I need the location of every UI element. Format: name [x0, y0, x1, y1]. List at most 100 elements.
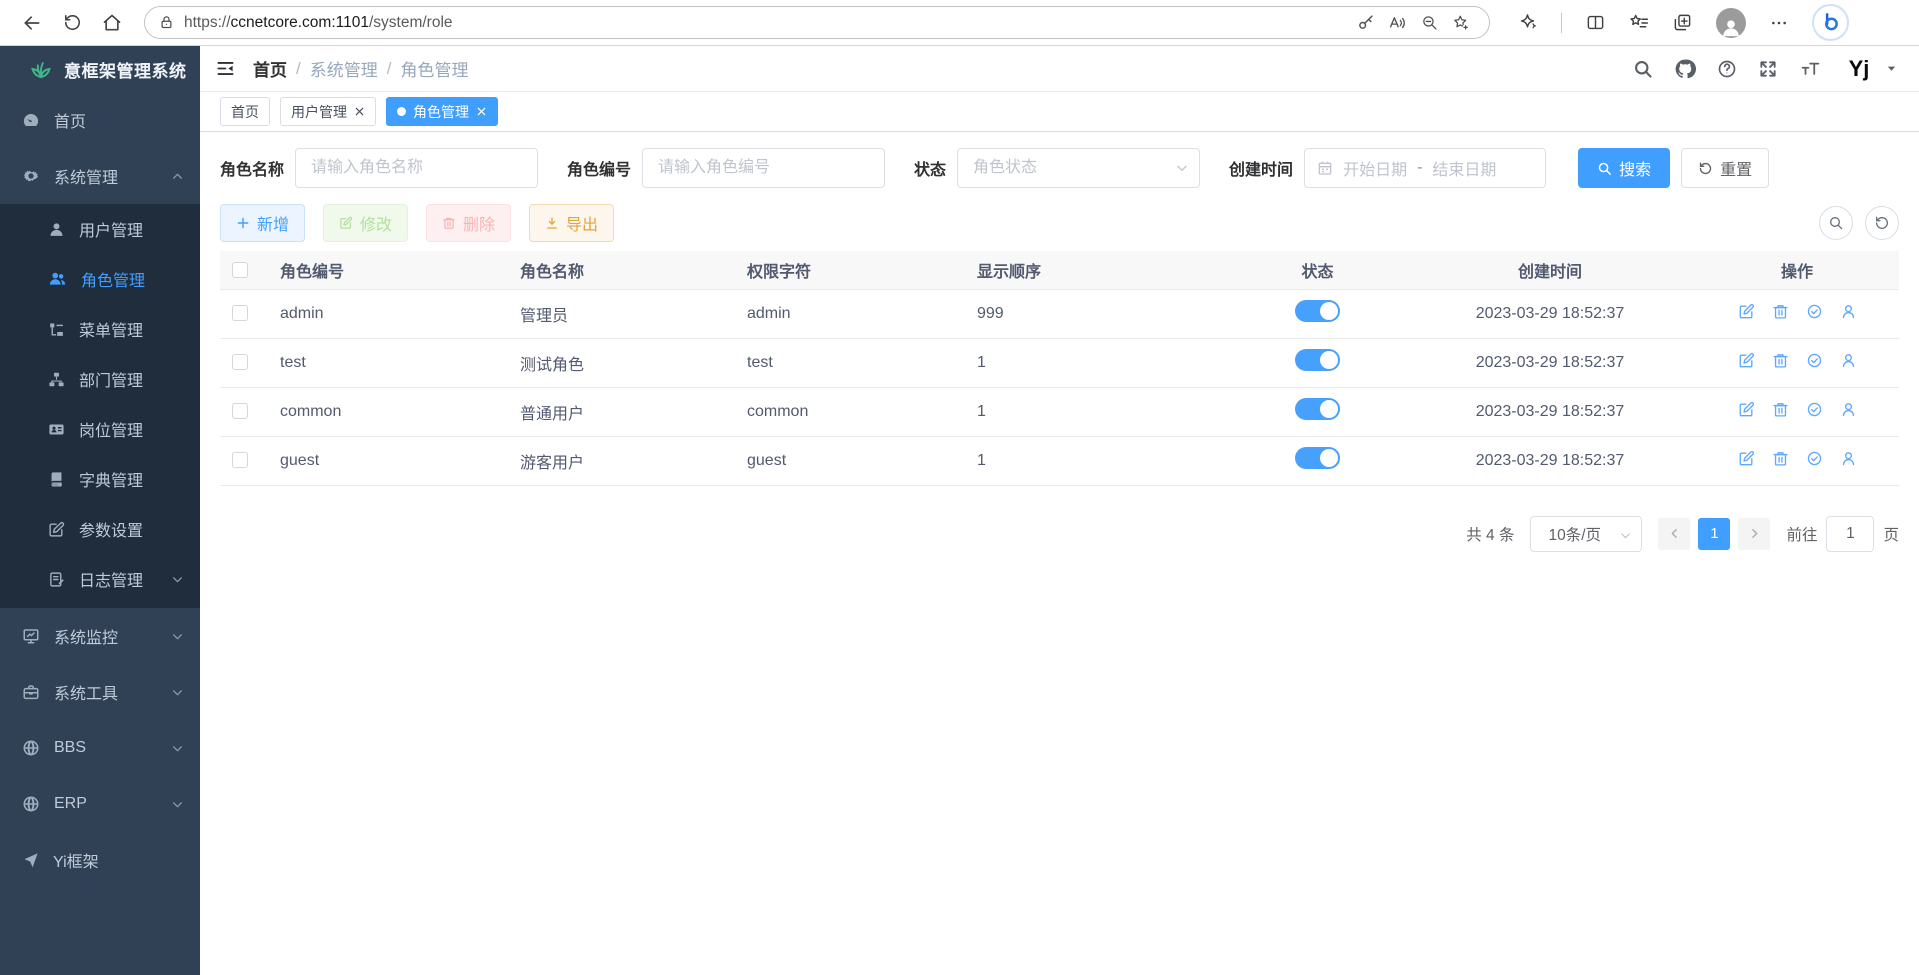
- profile-avatar[interactable]: [1716, 8, 1746, 38]
- address-bar[interactable]: https://ccnetcore.com:1101/system/role: [144, 6, 1490, 39]
- more-menu-icon[interactable]: [1770, 14, 1788, 32]
- date-range-picker[interactable]: 开始日期 - 结束日期: [1304, 148, 1546, 188]
- next-page-button[interactable]: [1738, 518, 1770, 550]
- user-avatar-logo[interactable]: Yj: [1843, 53, 1875, 85]
- tab-home[interactable]: 首页: [220, 97, 270, 126]
- sidebar-item-parameters[interactable]: 参数设置: [0, 504, 200, 554]
- page-size-select[interactable]: 10条/页: [1530, 516, 1642, 552]
- sidebar-item-logs[interactable]: 日志管理: [0, 554, 200, 604]
- page-number-active[interactable]: 1: [1698, 518, 1730, 550]
- export-button[interactable]: 导出: [529, 204, 614, 242]
- github-icon[interactable]: [1674, 58, 1696, 80]
- sidebar-item-monitor[interactable]: 系统监控: [0, 608, 200, 664]
- back-icon[interactable]: [12, 5, 52, 41]
- status-label: 状态: [914, 156, 946, 180]
- status-select-input[interactable]: [957, 148, 1200, 188]
- password-key-icon[interactable]: [1349, 9, 1381, 37]
- col-actions: 操作: [1695, 251, 1899, 289]
- status-toggle[interactable]: [1295, 398, 1340, 420]
- read-aloud-icon[interactable]: [1381, 9, 1413, 37]
- sidebar-item-erp[interactable]: ERP: [0, 776, 200, 832]
- row-checkbox[interactable]: [232, 354, 248, 370]
- row-checkbox[interactable]: [232, 452, 248, 468]
- row-datascope-icon[interactable]: [1806, 303, 1823, 320]
- row-edit-icon[interactable]: [1738, 303, 1755, 320]
- sidebar-item-home[interactable]: 首页: [0, 92, 200, 148]
- sidebar-item-departments[interactable]: 部门管理: [0, 354, 200, 404]
- logo[interactable]: 意框架管理系统: [0, 46, 200, 92]
- close-icon[interactable]: [354, 106, 365, 117]
- row-edit-icon[interactable]: [1738, 450, 1755, 467]
- help-icon[interactable]: [1717, 59, 1737, 79]
- row-delete-icon[interactable]: [1772, 303, 1789, 320]
- show-search-icon[interactable]: [1819, 206, 1853, 240]
- goto-page-input[interactable]: [1826, 516, 1874, 552]
- breadcrumb-separator: /: [387, 59, 392, 79]
- breadcrumb-home[interactable]: 首页: [253, 56, 287, 81]
- tab-role-management[interactable]: 角色管理: [386, 97, 498, 126]
- zoom-out-icon[interactable]: [1413, 9, 1445, 37]
- tab-user-management[interactable]: 用户管理: [280, 97, 376, 126]
- sidebar-item-tools[interactable]: 系统工具: [0, 664, 200, 720]
- prev-page-button[interactable]: [1658, 518, 1690, 550]
- add-button[interactable]: 新增: [220, 204, 305, 242]
- reset-button[interactable]: 重置: [1681, 148, 1769, 188]
- sidebar-item-dictionary[interactable]: 字典管理: [0, 454, 200, 504]
- menu-tree-icon: [48, 321, 65, 338]
- edit-button[interactable]: 修改: [323, 204, 408, 242]
- sidebar-item-posts[interactable]: 岗位管理: [0, 404, 200, 454]
- refresh-table-icon[interactable]: [1865, 206, 1899, 240]
- row-delete-icon[interactable]: [1772, 401, 1789, 418]
- breadcrumb-separator: /: [296, 59, 301, 79]
- font-size-icon[interactable]: [1799, 59, 1822, 79]
- favorite-add-icon[interactable]: [1445, 9, 1477, 37]
- col-perm-string: 权限字符: [735, 251, 965, 289]
- row-edit-icon[interactable]: [1738, 401, 1755, 418]
- sidebar-item-roles[interactable]: 角色管理: [0, 254, 200, 304]
- refresh-icon[interactable]: [52, 5, 92, 41]
- search-button[interactable]: 搜索: [1578, 148, 1670, 188]
- lock-icon[interactable]: [159, 15, 174, 30]
- copilot-icon[interactable]: [1812, 4, 1849, 41]
- row-assign-user-icon[interactable]: [1840, 303, 1857, 320]
- sidebar-item-bbs[interactable]: BBS: [0, 720, 200, 776]
- row-delete-icon[interactable]: [1772, 450, 1789, 467]
- browser-essentials-icon[interactable]: [1518, 13, 1537, 32]
- table-row: common 普通用户 common 1 2023-03-29 18:52:37: [220, 387, 1899, 436]
- status-toggle[interactable]: [1295, 349, 1340, 371]
- sidebar-item-yi-framework[interactable]: Yi框架: [0, 832, 200, 888]
- row-assign-user-icon[interactable]: [1840, 401, 1857, 418]
- status-toggle[interactable]: [1295, 300, 1340, 322]
- chevron-down-icon: [171, 798, 184, 811]
- close-icon[interactable]: [476, 106, 487, 117]
- delete-button[interactable]: 删除: [426, 204, 511, 242]
- row-delete-icon[interactable]: [1772, 352, 1789, 369]
- role-code-input[interactable]: [642, 148, 885, 188]
- home-icon[interactable]: [92, 5, 132, 41]
- user-caret-down-icon[interactable]: [1886, 63, 1897, 74]
- row-checkbox[interactable]: [232, 403, 248, 419]
- collections-icon[interactable]: [1673, 13, 1692, 32]
- split-screen-icon[interactable]: [1586, 13, 1605, 32]
- table-row: guest 游客用户 guest 1 2023-03-29 18:52:37: [220, 436, 1899, 485]
- row-datascope-icon[interactable]: [1806, 352, 1823, 369]
- row-datascope-icon[interactable]: [1806, 401, 1823, 418]
- monitor-icon: [22, 627, 40, 645]
- status-select[interactable]: [957, 148, 1200, 188]
- select-all-checkbox[interactable]: [232, 262, 248, 278]
- sidebar-item-users[interactable]: 用户管理: [0, 204, 200, 254]
- row-assign-user-icon[interactable]: [1840, 450, 1857, 467]
- sidebar-item-menus[interactable]: 菜单管理: [0, 304, 200, 354]
- row-checkbox[interactable]: [232, 305, 248, 321]
- favorites-bar-icon[interactable]: [1629, 13, 1649, 33]
- role-name-input[interactable]: [295, 148, 538, 188]
- row-edit-icon[interactable]: [1738, 352, 1755, 369]
- status-toggle[interactable]: [1295, 447, 1340, 469]
- sidebar-item-system[interactable]: 系统管理: [0, 148, 200, 204]
- row-datascope-icon[interactable]: [1806, 450, 1823, 467]
- row-assign-user-icon[interactable]: [1840, 352, 1857, 369]
- search-icon[interactable]: [1633, 59, 1653, 79]
- sidebar-fold-icon[interactable]: [216, 59, 235, 78]
- fullscreen-icon[interactable]: [1758, 59, 1778, 79]
- filter-status: 状态: [914, 148, 1200, 188]
